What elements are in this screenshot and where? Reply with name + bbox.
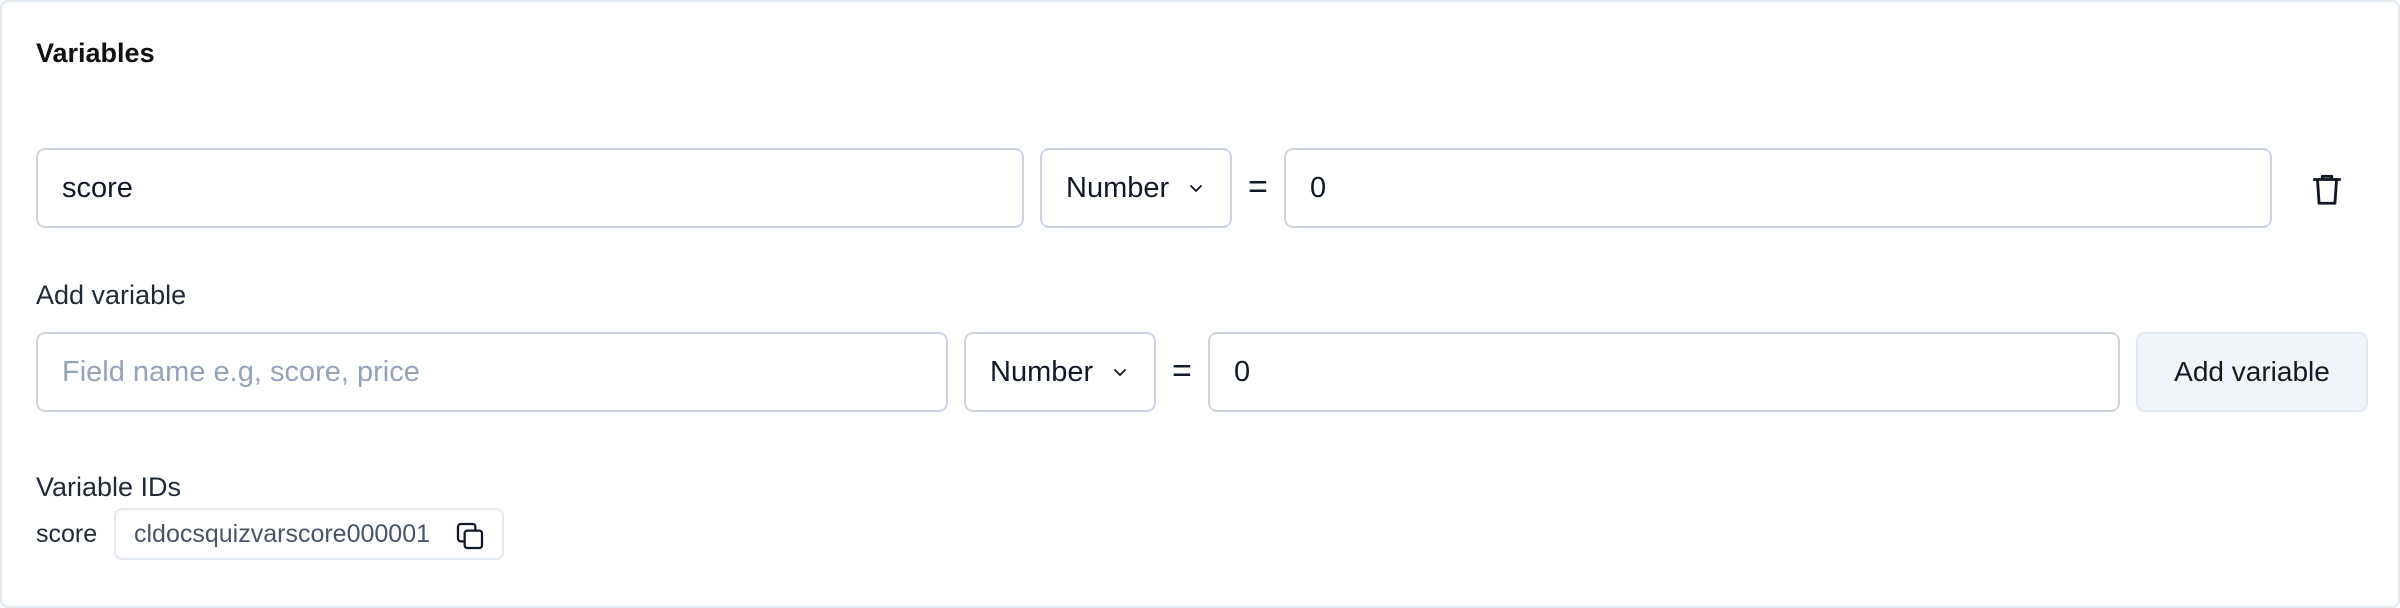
new-variable-type-value: Number [990,355,1094,388]
new-variable-value-input[interactable] [1208,332,2120,412]
new-variable-name-input[interactable] [36,332,948,412]
new-variable-type-select[interactable]: Number [964,332,1156,412]
variable-id-chip[interactable]: cldocsquizvarscore000001 [114,508,504,560]
variable-name-input[interactable] [36,148,1024,228]
variable-id-value: cldocsquizvarscore000001 [134,519,431,548]
equals-sign: = [1248,168,1268,206]
variable-type-value: Number [1066,171,1170,204]
variable-type-select[interactable]: Number [1040,148,1232,228]
chevron-down-icon [1190,185,1202,192]
variable-value-input[interactable] [1284,148,2272,228]
add-variable-label: Add variable [36,280,187,310]
chevron-down-icon [1114,369,1126,376]
add-variable-button[interactable]: Add variable [2136,332,2368,412]
panel-title: Variables [36,38,155,68]
copy-icon[interactable] [454,520,486,552]
variable-ids-label: Variable IDs [36,472,182,502]
trash-icon[interactable] [2308,170,2346,208]
variable-id-key: score [36,520,98,548]
variables-panel: Variables Number = Add variable Number =… [0,0,2400,608]
equals-sign: = [1172,352,1192,390]
